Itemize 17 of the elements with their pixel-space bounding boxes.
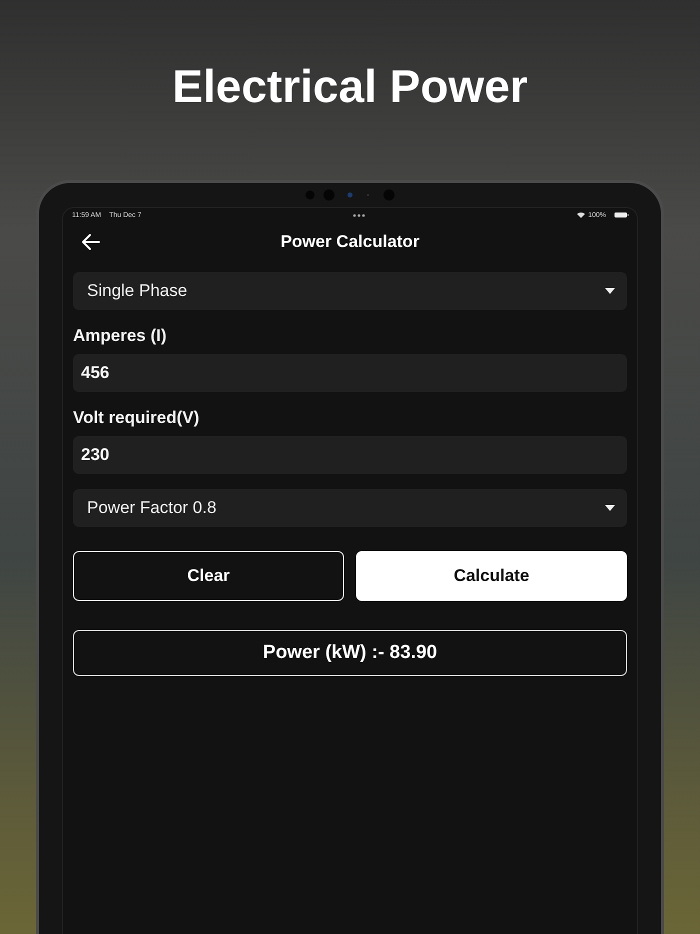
input-field[interactable]: 230 (73, 436, 627, 474)
headline: Electrical Power (171, 59, 529, 114)
clear-button[interactable]: Clear (73, 551, 344, 601)
wifi-icon (577, 212, 586, 218)
dropdown[interactable]: Single Phase (73, 272, 627, 310)
dropdown[interactable]: Power Factor 0.8 (73, 489, 627, 527)
caret-icon (605, 288, 615, 294)
field-label: Amperes (I) (73, 326, 168, 346)
screen-title: Power Calculator (280, 232, 420, 252)
calculate-button[interactable]: Calculate (356, 551, 627, 601)
input-field[interactable]: 456 (73, 354, 627, 392)
battery-icon (614, 212, 629, 218)
caret-icon (605, 505, 615, 511)
more-icon (353, 214, 366, 216)
back-arrow-icon[interactable] (81, 232, 101, 252)
field-label: Volt required(V) (73, 408, 200, 428)
result-text: Power (kW) :- 83.90 (262, 642, 438, 664)
